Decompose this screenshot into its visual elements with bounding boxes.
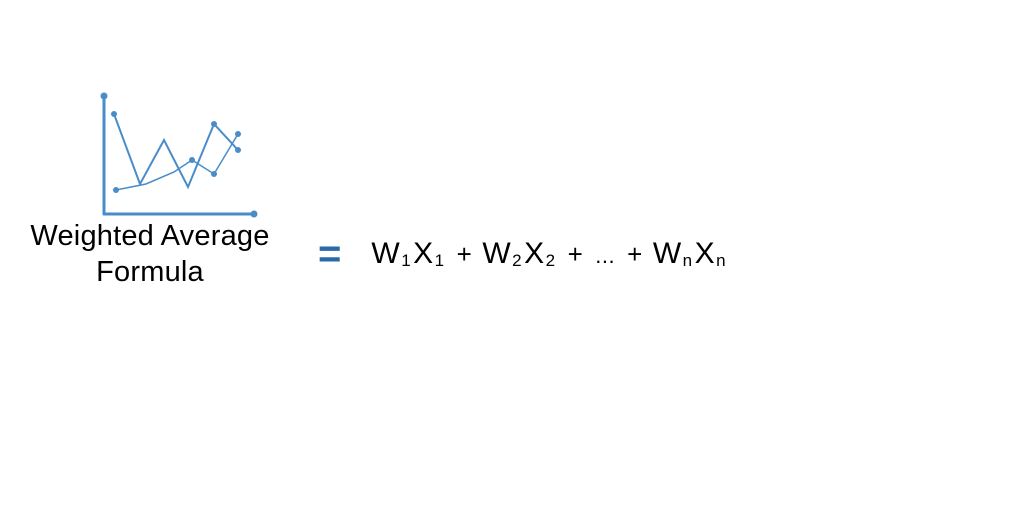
- term-2: W 2 X 2: [482, 237, 557, 271]
- equals-sign: =: [318, 232, 341, 277]
- x-symbol: X: [695, 237, 716, 271]
- formula-rhs: W 1 X 1 + W 2 X 2 + ... + W n X n: [371, 237, 728, 271]
- title-line-1: Weighted Average: [0, 218, 300, 254]
- term-1: W 1 X 1: [371, 237, 446, 271]
- w-subscript: n: [683, 251, 693, 271]
- formula-row: Weighted Average Formula = W 1 X 1 + W 2…: [0, 218, 1024, 291]
- term-n: W n X n: [653, 237, 728, 271]
- w-subscript: 2: [512, 251, 522, 271]
- x-symbol: X: [413, 237, 434, 271]
- w-symbol: W: [653, 237, 682, 271]
- plus-2: +: [568, 239, 584, 270]
- ellipsis: ...: [595, 243, 615, 269]
- x-subscript: 1: [435, 251, 445, 271]
- plus-1: +: [457, 239, 473, 270]
- x-symbol: X: [524, 237, 545, 271]
- w-subscript: 1: [401, 251, 411, 271]
- title-line-2: Formula: [0, 254, 300, 290]
- plus-3: +: [627, 239, 643, 270]
- x-subscript: 2: [546, 251, 556, 271]
- formula-title-block: Weighted Average Formula: [0, 218, 300, 291]
- w-symbol: W: [482, 237, 511, 271]
- x-subscript: n: [716, 251, 726, 271]
- chart-icon: [96, 92, 261, 222]
- w-symbol: W: [371, 237, 400, 271]
